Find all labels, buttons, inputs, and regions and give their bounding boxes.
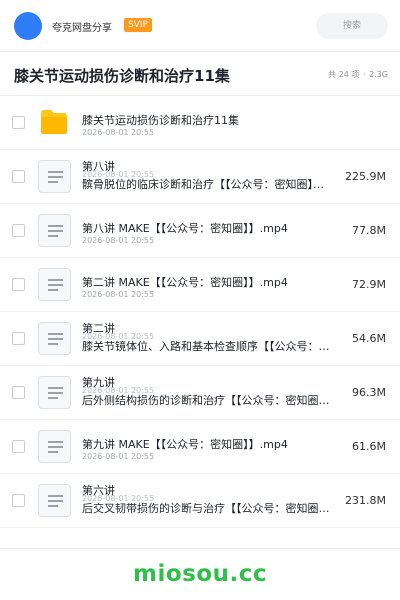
brand-logo-text[interactable]: miosou.cc bbox=[0, 561, 400, 587]
file-name-prefix: 第二讲 bbox=[82, 322, 115, 335]
folder-icon bbox=[41, 110, 67, 134]
file-size: 54.6M bbox=[352, 332, 386, 345]
file-date: 2026-08-01 20:55 bbox=[82, 290, 155, 299]
list-item[interactable]: 2026-08-01 20:55 第八讲 髌骨脱位的临床诊断和治疗【【公众号：密… bbox=[0, 150, 400, 204]
file-size: 225.9M bbox=[345, 170, 386, 183]
file-date: 2026-08-01 20:55 bbox=[82, 452, 155, 461]
list-item[interactable]: 第八讲 MAKE【【公众号：密知圈】】.mp4 2026-08-01 20:55… bbox=[0, 204, 400, 258]
row-checkbox[interactable] bbox=[12, 278, 25, 291]
file-size: 72.9M bbox=[352, 278, 386, 291]
share-owner-name: 夸克网盘分享 bbox=[52, 23, 112, 34]
search-input[interactable]: 搜索 bbox=[316, 13, 388, 39]
row-checkbox[interactable] bbox=[12, 332, 25, 345]
avatar[interactable] bbox=[14, 12, 42, 40]
footer: miosou.cc bbox=[0, 548, 400, 600]
row-checkbox[interactable] bbox=[12, 440, 25, 453]
list-item[interactable]: 第九讲 MAKE【【公众号：密知圈】】.mp4 2026-08-01 20:55… bbox=[0, 420, 400, 474]
file-size: 231.8M bbox=[345, 494, 386, 507]
folder-header: 膝关节运动损伤诊断和治疗11集 共 24 项 · 2.3G bbox=[0, 52, 400, 96]
file-name-prefix: 第八讲 bbox=[82, 160, 115, 173]
row-checkbox[interactable] bbox=[12, 386, 25, 399]
document-icon bbox=[38, 322, 71, 355]
row-checkbox[interactable] bbox=[12, 494, 25, 507]
top-bar: 夸克网盘分享 SVIP 搜索 bbox=[0, 0, 400, 52]
item-count: 共 24 项 bbox=[328, 70, 360, 79]
document-icon bbox=[38, 160, 71, 193]
total-size: 2.3G bbox=[369, 70, 388, 79]
file-name[interactable]: 后外侧结构损伤的诊断和治疗【【公众号：密知圈】】.mp4 bbox=[82, 392, 330, 408]
folder-meta: 共 24 项 · 2.3G bbox=[327, 69, 388, 80]
file-name[interactable]: 第八讲 MAKE【【公众号：密知圈】】.mp4 bbox=[82, 220, 288, 236]
file-name[interactable]: 膝关节运动损伤诊断和治疗11集 bbox=[82, 112, 239, 128]
file-date: 2026-08-01 20:55 bbox=[82, 128, 155, 137]
list-item[interactable]: 2026-08-01 20:55 第六讲 后交叉韧带损伤的诊断与治疗【【公众号：… bbox=[0, 474, 400, 528]
document-icon bbox=[38, 484, 71, 517]
file-name[interactable]: 第二讲 MAKE【【公众号：密知圈】】.mp4 bbox=[82, 274, 288, 290]
svip-badge: SVIP bbox=[124, 18, 152, 32]
file-name[interactable]: 髌骨脱位的临床诊断和治疗【【公众号：密知圈】】.mp4 bbox=[82, 176, 330, 192]
list-item[interactable]: 2026-08-01 20:55 第二讲 膝关节镜体位、入路和基本检查顺序【【公… bbox=[0, 312, 400, 366]
file-name-prefix: 第九讲 bbox=[82, 376, 115, 389]
meta-separator: · bbox=[362, 70, 366, 79]
row-checkbox[interactable] bbox=[12, 170, 25, 183]
list-item[interactable]: 第二讲 MAKE【【公众号：密知圈】】.mp4 2026-08-01 20:55… bbox=[0, 258, 400, 312]
file-date: 2026-08-01 20:55 bbox=[82, 236, 155, 245]
document-icon bbox=[38, 214, 71, 247]
file-name[interactable]: 膝关节镜体位、入路和基本检查顺序【【公众号：密知圈】】.mp4 bbox=[82, 338, 330, 354]
row-checkbox[interactable] bbox=[12, 116, 25, 129]
file-name-prefix: 第六讲 bbox=[82, 484, 115, 497]
file-list: 膝关节运动损伤诊断和治疗11集 2026-08-01 20:55 2026-08… bbox=[0, 96, 400, 528]
file-size: 61.6M bbox=[352, 440, 386, 453]
row-checkbox[interactable] bbox=[12, 224, 25, 237]
file-name[interactable]: 后交叉韧带损伤的诊断与治疗【【公众号：密知圈】】.mp4 bbox=[82, 500, 330, 516]
list-item[interactable]: 2026-08-01 20:55 第九讲 后外侧结构损伤的诊断和治疗【【公众号：… bbox=[0, 366, 400, 420]
page-title: 膝关节运动损伤诊断和治疗11集 bbox=[14, 67, 230, 85]
file-size: 77.8M bbox=[352, 224, 386, 237]
file-size: 96.3M bbox=[352, 386, 386, 399]
file-name[interactable]: 第九讲 MAKE【【公众号：密知圈】】.mp4 bbox=[82, 436, 288, 452]
document-icon bbox=[38, 430, 71, 463]
list-item[interactable]: 膝关节运动损伤诊断和治疗11集 2026-08-01 20:55 bbox=[0, 96, 400, 150]
document-icon bbox=[38, 268, 71, 301]
document-icon bbox=[38, 376, 71, 409]
